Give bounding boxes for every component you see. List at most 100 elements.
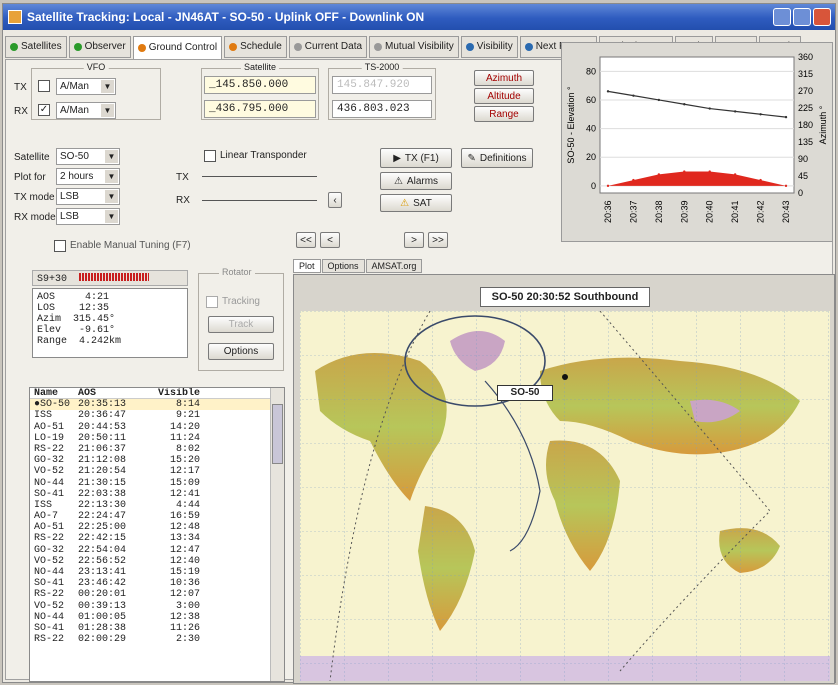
table-row[interactable]: AO-7 22:24:47 16:59: [30, 511, 284, 522]
table-row[interactable]: SO-41 01:28:38 11:26: [30, 623, 284, 634]
table-row[interactable]: SO-41 22:03:38 12:41: [30, 489, 284, 500]
linear-transponder-label: Linear Transponder: [220, 150, 307, 161]
table-row[interactable]: RS-22 22:42:15 13:34: [30, 533, 284, 544]
pass-aos: 23:46:42: [78, 578, 127, 590]
tab-satellites[interactable]: Satellites: [5, 36, 67, 58]
table-row[interactable]: NO-44 21:30:15 15:09: [30, 478, 284, 489]
tx-vfo-select[interactable]: A/Man ▼: [56, 78, 116, 95]
tx-enable-checkbox[interactable]: [38, 80, 50, 92]
nav-last-button[interactable]: >>: [428, 232, 448, 248]
pass-aos: 21:20:54: [78, 466, 127, 478]
tab-observer[interactable]: Observer: [68, 36, 131, 58]
pass-name: SO-41: [34, 488, 65, 500]
tab-label: Ground Control: [148, 42, 218, 53]
azimuth-button[interactable]: Azimuth: [474, 70, 534, 86]
range-button[interactable]: Range: [474, 106, 534, 122]
manual-tuning-checkbox[interactable]: [54, 240, 66, 252]
header-name: Name: [34, 388, 59, 399]
table-row[interactable]: RS-22 02:00:29 2:30: [30, 634, 284, 645]
tx-mode-select[interactable]: LSB ▼: [56, 188, 120, 205]
nav-next-button[interactable]: >: [404, 232, 424, 248]
tab-label: Schedule: [240, 41, 282, 52]
title-bar: Satellite Tracking: Local - JN46AT - SO-…: [3, 4, 835, 30]
table-row[interactable]: ISS 22:13:30 4:44: [30, 500, 284, 511]
rx-tuning-slider[interactable]: [202, 200, 317, 201]
tab-ground-control[interactable]: Ground Control: [132, 36, 223, 60]
table-row[interactable]: AO-51 20:44:53 14:20: [30, 422, 284, 433]
tab-status-icon: [10, 43, 18, 51]
maximize-button[interactable]: [793, 8, 811, 26]
x-tick-label: 20:38: [654, 200, 664, 223]
tab-current-data[interactable]: Current Data: [288, 36, 368, 58]
tracking-checkbox[interactable]: [206, 296, 218, 308]
pass-aos: 22:54:04: [78, 544, 127, 556]
scroll-thumb[interactable]: [272, 404, 283, 464]
signal-meter: S9+30: [32, 270, 188, 286]
pass-visible: 12:07: [169, 589, 200, 601]
pass-name: AO-51: [34, 421, 65, 433]
plot-for-select[interactable]: 2 hours ▼: [56, 168, 120, 185]
pass-list-scrollbar[interactable]: [270, 388, 284, 681]
alarms-button[interactable]: ⚠ Alarms: [380, 172, 452, 190]
tab-status-icon: [73, 43, 82, 51]
satellite-select[interactable]: SO-50 ▼: [56, 148, 120, 165]
y-tick-label: 20: [586, 152, 596, 162]
tuning-left-button[interactable]: ‹: [328, 192, 342, 208]
table-row[interactable]: GO-32 21:12:08 15:20: [30, 455, 284, 466]
azimuth-point: [784, 115, 788, 119]
table-row[interactable]: ISS 20:36:47 9:21: [30, 410, 284, 421]
tab-mutual-visibility[interactable]: Mutual Visibility: [369, 36, 459, 58]
table-row[interactable]: RS-22 21:06:37 8:02: [30, 444, 284, 455]
tab-plot[interactable]: Plot: [293, 259, 321, 273]
pass-name: VO-52: [34, 600, 65, 612]
pass-visible: 4:44: [175, 499, 200, 511]
tab-status-icon: [524, 43, 533, 51]
table-row[interactable]: AO-51 22:25:00 12:48: [30, 522, 284, 533]
nav-prev-button[interactable]: <: [320, 232, 340, 248]
table-row[interactable]: LO-19 20:50:11 11:24: [30, 433, 284, 444]
tx-tuning-slider[interactable]: [202, 176, 317, 177]
table-row[interactable]: GO-32 22:54:04 12:47: [30, 545, 284, 556]
window-title: Satellite Tracking: Local - JN46AT - SO-…: [27, 10, 425, 24]
nav-first-button[interactable]: <<: [296, 232, 316, 248]
pass-visible: 9:21: [175, 410, 200, 422]
sat-button[interactable]: ⚠ SAT: [380, 194, 452, 212]
table-row[interactable]: SO-41 23:46:42 10:36: [30, 578, 284, 589]
linear-transponder-checkbox[interactable]: [204, 150, 216, 162]
altitude-button[interactable]: Altitude: [474, 88, 534, 104]
tx-button[interactable]: ▶ TX (F1): [380, 148, 452, 168]
rx-mode-select[interactable]: LSB ▼: [56, 208, 120, 225]
pass-visible: 11:26: [169, 622, 200, 634]
main-window: Satellite Tracking: Local - JN46AT - SO-…: [2, 3, 836, 684]
table-row[interactable]: VO-52 00:39:13 3:00: [30, 601, 284, 612]
tab-visibility[interactable]: Visibility: [460, 36, 518, 58]
satellite-value: SO-50: [60, 151, 89, 162]
tab-status-icon: [293, 43, 302, 51]
tab-amsat[interactable]: AMSAT.org: [365, 259, 423, 273]
rx-enable-checkbox[interactable]: ✓: [38, 104, 50, 116]
y-tick-label: 80: [586, 66, 596, 76]
minimize-button[interactable]: [773, 8, 791, 26]
definitions-button[interactable]: ✎ Definitions: [461, 148, 533, 168]
rx-vfo-select[interactable]: A/Man ▼: [56, 102, 116, 119]
table-row[interactable]: ●SO-50 20:35:13 8:14: [30, 399, 284, 411]
world-map[interactable]: [300, 311, 830, 681]
table-row[interactable]: RS-22 00:20:01 12:07: [30, 589, 284, 600]
pass-aos: 00:39:13: [78, 600, 127, 612]
table-row[interactable]: NO-44 23:13:41 15:19: [30, 567, 284, 578]
tab-schedule[interactable]: Schedule: [224, 36, 287, 58]
options-button[interactable]: Options: [208, 343, 274, 360]
close-button[interactable]: [813, 8, 831, 26]
tab-options[interactable]: Options: [321, 259, 365, 273]
x-tick-label: 20:36: [603, 200, 613, 223]
tab-status-icon: [465, 43, 474, 51]
plot-tabs: Plot Options AMSAT.org: [293, 259, 423, 273]
satellite-rx-frequency[interactable]: _436.795.000: [204, 100, 316, 118]
table-row[interactable]: VO-52 22:56:52 12:40: [30, 556, 284, 567]
pass-aos: 20:44:53: [78, 421, 127, 433]
table-row[interactable]: VO-52 21:20:54 12:17: [30, 466, 284, 477]
track-button[interactable]: Track: [208, 316, 274, 333]
pass-visible: 15:20: [169, 455, 200, 467]
satellite-tx-frequency[interactable]: _145.850.000: [204, 76, 316, 94]
table-row[interactable]: NO-44 01:00:05 12:38: [30, 612, 284, 623]
